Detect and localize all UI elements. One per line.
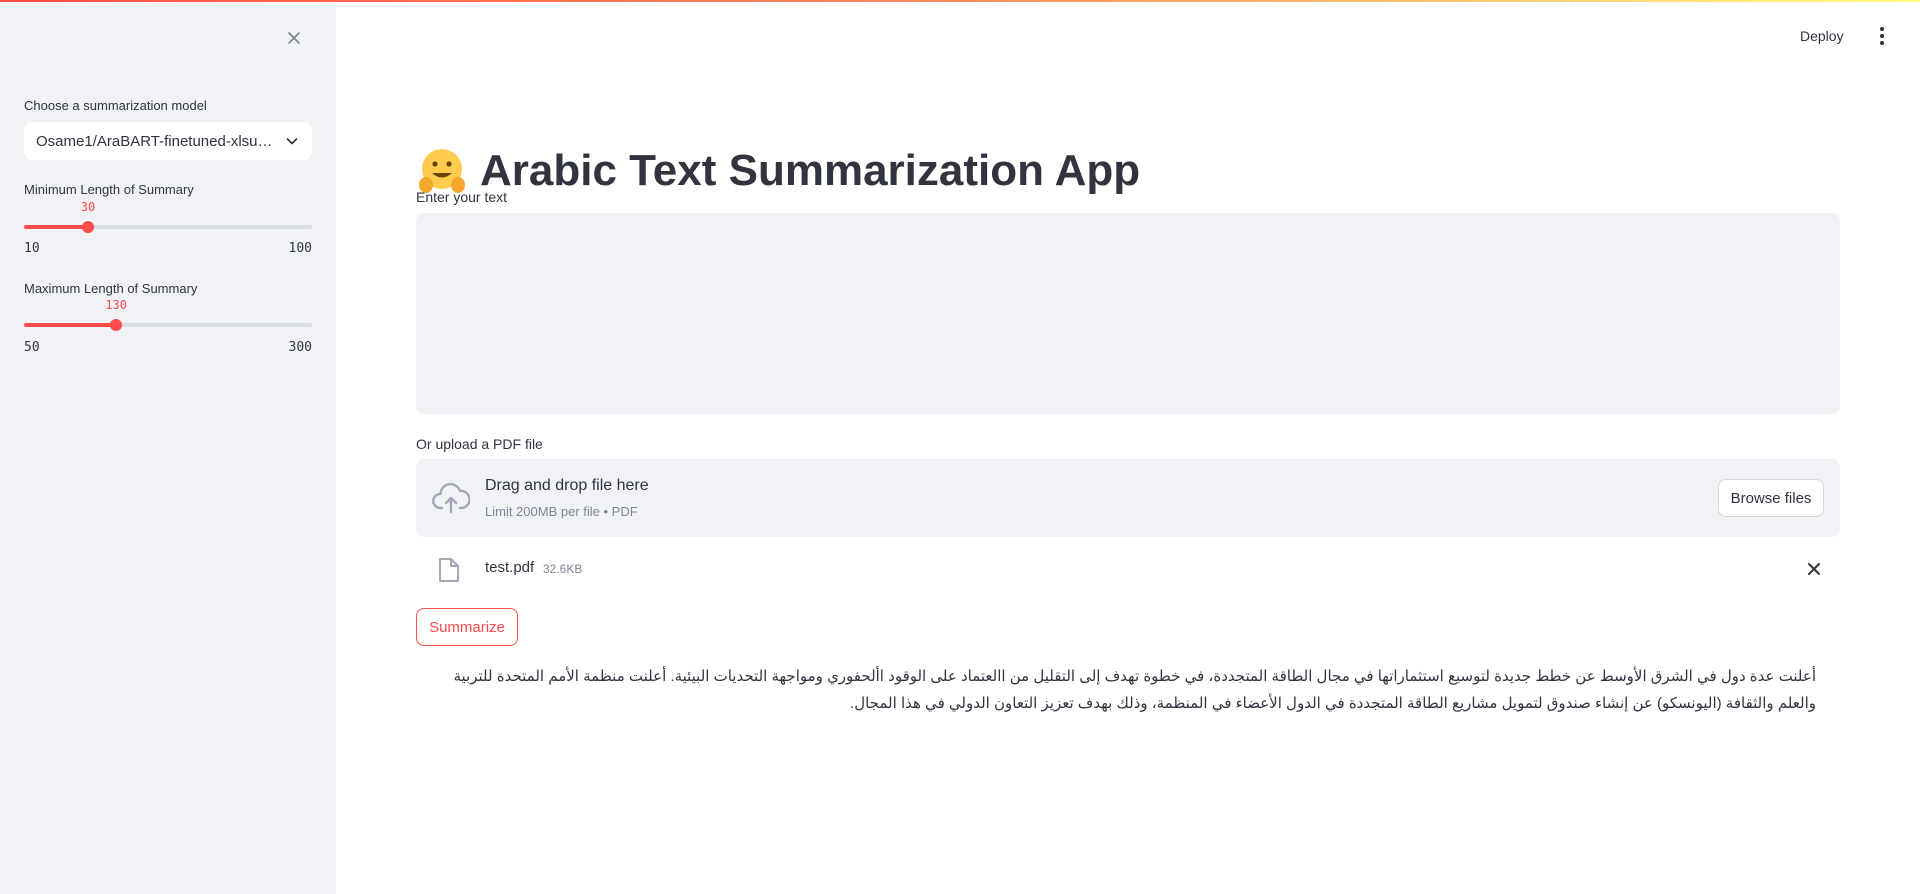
- max-length-max-tick: 300: [288, 340, 312, 355]
- slider-fill: [24, 225, 88, 229]
- model-select-value: Osame1/AraBART-finetuned-xlsum-arabic: [36, 132, 276, 150]
- dropzone-title: Drag and drop file here: [485, 477, 649, 494]
- close-sidebar-button[interactable]: [280, 26, 308, 50]
- close-icon: [288, 32, 300, 44]
- slider-thumb[interactable]: [82, 221, 94, 233]
- summarize-button[interactable]: Summarize: [416, 608, 518, 646]
- file-name: test.pdf: [485, 559, 535, 576]
- pdf-upload-label: Or upload a PDF file: [416, 436, 543, 452]
- main-menu-button[interactable]: [1872, 22, 1892, 50]
- browse-files-button[interactable]: Browse files: [1718, 479, 1824, 517]
- chevron-down-icon: [286, 138, 298, 145]
- min-length-label: Minimum Length of Summary: [24, 182, 194, 197]
- uploaded-file-item: test.pdf 32.6KB: [416, 552, 1840, 586]
- file-dropzone[interactable]: Drag and drop file here Limit 200MB per …: [416, 459, 1840, 537]
- max-length-label: Maximum Length of Summary: [24, 281, 198, 296]
- min-length-max-tick: 100: [288, 241, 312, 256]
- min-length-slider[interactable]: 30: [24, 200, 312, 237]
- remove-file-button[interactable]: [1804, 559, 1824, 579]
- slider-thumb[interactable]: [110, 319, 123, 331]
- summary-output-text: أعلنت عدة دول في الشرق الأوسط عن خطط جدي…: [453, 668, 1816, 712]
- page-title-text: Arabic Text Summarization App: [480, 146, 1141, 196]
- kebab-menu-icon: [1880, 27, 1884, 45]
- slider-current-value: 30: [80, 200, 96, 214]
- min-length-min-tick: 10: [24, 241, 40, 256]
- file-icon: [439, 558, 459, 582]
- model-select-label: Choose a summarization model: [24, 98, 207, 113]
- slider-current-value: 130: [105, 298, 127, 312]
- text-input-label: Enter your text: [416, 189, 508, 205]
- deploy-button[interactable]: Deploy: [1800, 22, 1844, 50]
- cloud-upload-icon: [432, 482, 470, 514]
- max-length-min-tick: 50: [24, 340, 40, 355]
- model-select[interactable]: Osame1/AraBART-finetuned-xlsum-arabic: [24, 122, 312, 160]
- text-input-area[interactable]: [416, 213, 1840, 414]
- slider-fill: [24, 323, 117, 327]
- top-decoration-bar: [0, 0, 1920, 2]
- page-title: Arabic Text Summarization App: [416, 141, 1140, 201]
- max-length-slider[interactable]: 130: [24, 298, 312, 335]
- dropzone-subtitle: Limit 200MB per file • PDF: [485, 504, 638, 519]
- close-icon: [1808, 563, 1820, 575]
- sidebar: Choose a summarization model Osame1/AraB…: [0, 0, 336, 894]
- file-size: 32.6KB: [543, 562, 583, 576]
